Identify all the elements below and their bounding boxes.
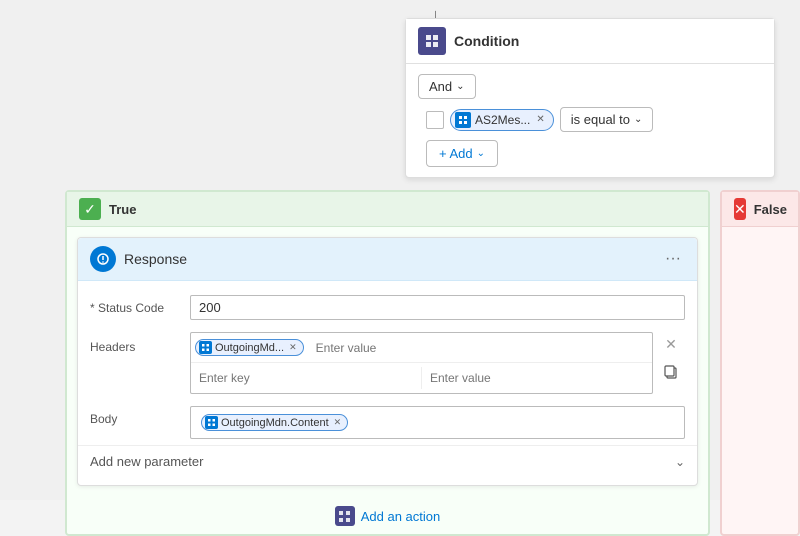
headers-row-1: OutgoingMd... ✕ [191,333,652,363]
response-card: Response ··· * Status Code Headers [77,237,698,486]
condition-row: AS2Mes... ✕ is equal to ⌄ [426,107,762,132]
add-action-row: Add an action [67,496,708,534]
is-equal-dropdown[interactable]: is equal to ⌄ [560,107,654,132]
add-chevron-icon: ⌄ [477,148,485,159]
headers-enter-value2-input[interactable] [422,367,652,389]
status-code-label: * Status Code [90,295,190,315]
condition-header: Condition [406,19,774,64]
outgoing-mdn-content-token[interactable]: OutgoingMdn.Content ✕ [201,414,348,431]
headers-enter-key-input[interactable] [191,367,422,389]
outgoing-md-token[interactable]: OutgoingMd... ✕ [195,339,304,356]
is-equal-chevron-icon: ⌄ [634,114,642,125]
body-label: Body [90,406,190,426]
status-code-row: * Status Code [78,289,697,326]
true-label: True [109,202,136,217]
response-body: * Status Code Headers [78,281,697,485]
true-branch: ✓ True Response ··· [65,190,710,536]
headers-label: Headers [90,332,190,354]
outgoing-mdn-content-label: OutgoingMdn.Content [221,417,329,429]
headers-row-2 [191,363,652,393]
add-action-button[interactable]: Add an action [361,509,441,524]
as2mes-token-close[interactable]: ✕ [536,114,544,125]
headers-row: Headers [78,326,697,400]
main-canvas: ↓ Condition And ⌄ [0,0,800,500]
body-token-close[interactable]: ✕ [334,417,342,428]
condition-block: Condition And ⌄ [405,18,775,178]
add-row: + Add ⌄ [426,140,762,167]
false-icon: ✕ [734,198,746,220]
and-dropdown: And ⌄ [418,74,762,99]
headers-enter-value-input[interactable] [308,337,652,359]
condition-title: Condition [454,33,519,49]
headers-delete-button[interactable]: ✕ [657,332,685,357]
false-branch-header: ✕ False [722,192,798,227]
response-header: Response ··· [78,238,697,281]
body-value-wrap: OutgoingMdn.Content ✕ [190,406,685,439]
condition-icon [418,27,446,55]
as2mes-token-icon [455,112,471,128]
status-code-value-wrap [190,295,685,320]
headers-field-wrap: OutgoingMd... ✕ [190,332,653,394]
outgoing-mdn-content-token-icon [205,416,218,429]
add-param-chevron-icon[interactable]: ⌄ [675,455,685,469]
as2mes-token-label: AS2Mes... [475,113,530,127]
outgoing-md-token-close[interactable]: ✕ [289,342,297,353]
add-action-icon [335,506,355,526]
response-ellipsis-button[interactable]: ··· [661,248,685,270]
outgoing-md-token-icon [199,341,212,354]
branches-row: ✓ True Response ··· [65,190,800,536]
status-code-input[interactable] [190,295,685,320]
condition-body: And ⌄ AS2Mes... ✕ [406,64,774,177]
headers-actions: ✕ [657,332,685,387]
add-param-button[interactable]: Add new parameter [90,454,203,469]
headers-outer: OutgoingMd... ✕ [190,332,685,394]
headers-field: OutgoingMd... ✕ [190,332,653,394]
and-button[interactable]: And ⌄ [418,74,476,99]
headers-copy-button[interactable] [657,360,685,387]
add-condition-button[interactable]: + Add ⌄ [426,140,498,167]
body-token-field[interactable]: OutgoingMdn.Content ✕ [190,406,685,439]
false-label: False [754,202,787,217]
add-param-row: Add new parameter ⌄ [78,445,697,477]
condition-checkbox[interactable] [426,111,444,129]
body-row: Body [78,400,697,445]
true-branch-header: ✓ True [67,192,708,227]
as2mes-token[interactable]: AS2Mes... ✕ [450,109,554,131]
false-branch: ✕ False [720,190,800,536]
outgoing-md-token-label: OutgoingMd... [215,342,284,354]
response-title: Response [124,251,653,267]
true-icon: ✓ [79,198,101,220]
response-icon [90,246,116,272]
and-chevron-icon: ⌄ [456,81,464,92]
